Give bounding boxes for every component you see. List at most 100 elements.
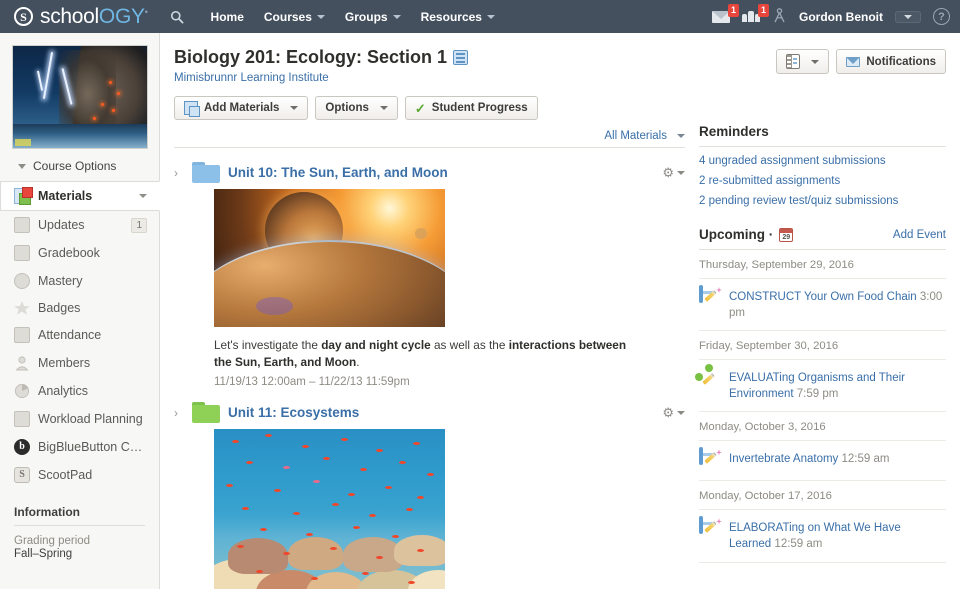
folder-icon <box>192 402 220 423</box>
nav-link-home-label: Home <box>211 10 244 24</box>
unit-gear-menu[interactable]: ⚙ <box>662 165 685 181</box>
main-content: Biology 201: Ecology: Section 1 Mimisbru… <box>160 33 960 589</box>
small-moon-shape <box>415 228 427 239</box>
sidebar-item-materials[interactable]: Materials <box>0 181 160 211</box>
sidebar-item-attendance[interactable]: Attendance <box>0 321 159 349</box>
analytics-icon <box>14 383 30 399</box>
chevron-down-icon <box>677 134 685 138</box>
notifications-button-label: Notifications <box>866 56 936 68</box>
messages-badge: 1 <box>728 4 739 17</box>
gradebook-dropdown-button[interactable] <box>776 49 829 74</box>
assignment-icon <box>699 518 721 540</box>
lens-flare-shape <box>256 297 293 315</box>
unit-image[interactable] <box>214 189 445 327</box>
reminder-link[interactable]: 2 pending review test/quiz submissions <box>699 195 946 207</box>
unit-desc-post: . <box>356 355 359 369</box>
event-item[interactable]: EVALUATing Organisms and Their Environme… <box>699 360 946 412</box>
schoology-wordmark: schoolOGY• <box>40 5 148 29</box>
sidebar-item-mastery[interactable]: Mastery <box>0 267 159 295</box>
sidebar-item-updates[interactable]: Updates 1 <box>0 211 159 239</box>
help-icon[interactable]: ? <box>933 8 950 25</box>
unit-description: Let's investigate the day and night cycl… <box>214 337 644 371</box>
sidebar-item-analytics-label: Analytics <box>38 384 147 398</box>
connections-button[interactable]: 1 <box>742 11 760 22</box>
course-profile-icon[interactable] <box>453 50 468 65</box>
user-menu-button[interactable] <box>895 11 921 23</box>
options-button[interactable]: Options <box>315 96 397 120</box>
reminder-link[interactable]: 2 re-submitted assignments <box>699 175 946 187</box>
student-progress-button[interactable]: ✓ Student Progress <box>405 96 538 120</box>
sidebar-item-gradebook[interactable]: Gradebook <box>0 239 159 267</box>
user-name[interactable]: Gordon Benoit <box>799 10 883 24</box>
wordmark-tm: • <box>145 7 148 17</box>
student-progress-label: Student Progress <box>432 102 528 114</box>
grading-period-value: Fall–Spring <box>14 548 145 560</box>
unit-title-link[interactable]: Unit 10: The Sun, Earth, and Moon <box>228 165 448 180</box>
sidebar-item-workload-planning-label: Workload Planning <box>38 412 147 426</box>
course-profile-image[interactable] <box>12 45 148 149</box>
add-materials-button[interactable]: Add Materials <box>174 96 308 120</box>
updates-count-badge: 1 <box>131 218 147 233</box>
chevron-down-icon <box>811 60 819 64</box>
sidebar-item-members[interactable]: Members <box>0 349 159 377</box>
bigbluebutton-icon: b <box>14 439 30 455</box>
notifications-button[interactable]: Notifications <box>836 49 946 74</box>
event-item[interactable]: Invertebrate Anatomy 12:59 am <box>699 441 946 481</box>
upcoming-header: Upcoming · 29 Add Event <box>699 227 946 250</box>
messages-button[interactable]: 1 <box>712 11 730 23</box>
nav-link-courses-label: Courses <box>264 10 312 24</box>
sidebar-item-analytics[interactable]: Analytics <box>0 377 159 405</box>
expand-chevron-icon[interactable]: › <box>174 167 184 179</box>
foreground-terrain <box>13 124 147 148</box>
add-materials-label: Add Materials <box>204 102 279 114</box>
notifications-bell-icon[interactable] <box>772 8 787 26</box>
sidebar-item-workload-planning[interactable]: Workload Planning <box>0 405 159 433</box>
schoology-logo[interactable]: S schoolOGY• <box>14 5 148 29</box>
unit-row: › Unit 10: The Sun, Earth, and Moon ⚙ <box>174 162 685 183</box>
chevron-down-icon <box>290 106 298 110</box>
nav-link-groups[interactable]: Groups <box>336 4 410 30</box>
page-body: Course Options Materials Updates 1 Grade… <box>0 33 960 589</box>
unit-gear-menu[interactable]: ⚙ <box>662 405 685 421</box>
event-text: EVALUATing Organisms and Their Environme… <box>729 368 946 402</box>
event-item[interactable]: ELABORATing on What We Have Learned 12:5… <box>699 510 946 562</box>
sidebar-item-bigbluebutton[interactable]: b BigBlueButton Confer... <box>0 433 159 461</box>
add-event-link[interactable]: Add Event <box>893 229 946 241</box>
course-options-label: Course Options <box>33 159 116 173</box>
expand-chevron-icon[interactable]: › <box>174 407 184 419</box>
sidebar-item-members-label: Members <box>38 356 147 370</box>
search-icon[interactable] <box>170 10 184 24</box>
connections-badge: 1 <box>758 4 769 17</box>
all-materials-filter[interactable]: All Materials <box>604 130 685 142</box>
event-item[interactable]: CONSTRUCT Your Own Food Chain 3:00 pm <box>699 279 946 331</box>
coral-reef-illustration <box>214 429 445 589</box>
nav-link-home[interactable]: Home <box>202 4 253 30</box>
calendar-icon[interactable]: 29 <box>779 228 793 242</box>
unit-title-link[interactable]: Unit 11: Ecosystems <box>228 405 359 420</box>
event-title-link[interactable]: CONSTRUCT Your Own Food Chain <box>729 291 917 303</box>
nav-link-courses[interactable]: Courses <box>255 4 334 30</box>
top-navigation-bar: S schoolOGY• Home Courses Groups Resourc… <box>0 0 960 33</box>
unit-image[interactable] <box>214 429 445 589</box>
sidebar-item-badges-label: Badges <box>38 301 147 315</box>
grading-period-label: Grading period <box>14 535 145 547</box>
event-title-link[interactable]: Invertebrate Anatomy <box>729 453 838 465</box>
unit-desc-bold-1: day and night cycle <box>321 338 430 352</box>
envelope-icon <box>846 57 860 67</box>
event-time: 12:59 am <box>774 538 822 550</box>
course-options-toggle[interactable]: Course Options <box>18 159 159 173</box>
nav-link-resources[interactable]: Resources <box>412 4 504 30</box>
calendar-day: 29 <box>780 233 792 242</box>
sidebar-item-scootpad[interactable]: S ScootPad <box>0 461 159 489</box>
chevron-down-icon <box>393 15 401 19</box>
event-day-label: Friday, September 30, 2016 <box>699 331 946 360</box>
workload-icon <box>14 411 30 427</box>
sidebar-item-badges[interactable]: Badges <box>0 295 159 321</box>
space-illustration <box>214 189 445 327</box>
school-name-link[interactable]: Mimisbrunnr Learning Institute <box>174 72 468 84</box>
unit-date-range: 11/19/13 12:00am – 11/22/13 11:59pm <box>214 376 685 388</box>
chevron-down-icon <box>677 171 685 175</box>
reminder-link[interactable]: 4 ungraded assignment submissions <box>699 155 946 167</box>
mastery-icon <box>14 273 30 289</box>
information-heading: Information <box>14 505 145 526</box>
